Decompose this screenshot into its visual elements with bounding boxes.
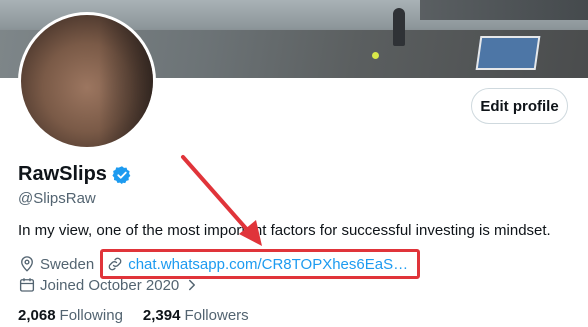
banner-umbrella: [420, 0, 588, 20]
join-date-label: Joined October 2020: [40, 276, 180, 294]
location-pin-icon: [21, 256, 33, 272]
username-handle: @SlipsRaw: [18, 190, 96, 207]
followers-count: 2,394: [142, 307, 181, 324]
following-stat[interactable]: 2,068 Following: [18, 307, 123, 324]
avatar-shadow: [99, 15, 153, 147]
banner-pool: [475, 36, 541, 70]
display-name-row: RawSlips: [18, 163, 132, 186]
highlight-box-annotation: [100, 249, 420, 279]
profile-bio: In my view, one of the most important fa…: [18, 222, 551, 239]
following-label: Following: [59, 307, 123, 324]
display-name: RawSlips: [18, 163, 107, 185]
location-label: Sweden: [40, 255, 95, 273]
calendar-icon: [19, 278, 35, 292]
followers-label: Followers: [184, 307, 249, 324]
edit-profile-button[interactable]: Edit profile: [471, 88, 568, 124]
avatar[interactable]: [18, 12, 156, 150]
banner-ball: [372, 52, 379, 59]
banner-person: [393, 8, 405, 46]
following-count: 2,068: [18, 307, 56, 324]
follow-stats: 2,068 Following 2,394 Followers: [18, 307, 269, 324]
verified-badge-icon: [112, 165, 131, 184]
followers-stat[interactable]: 2,394 Followers: [143, 307, 249, 324]
